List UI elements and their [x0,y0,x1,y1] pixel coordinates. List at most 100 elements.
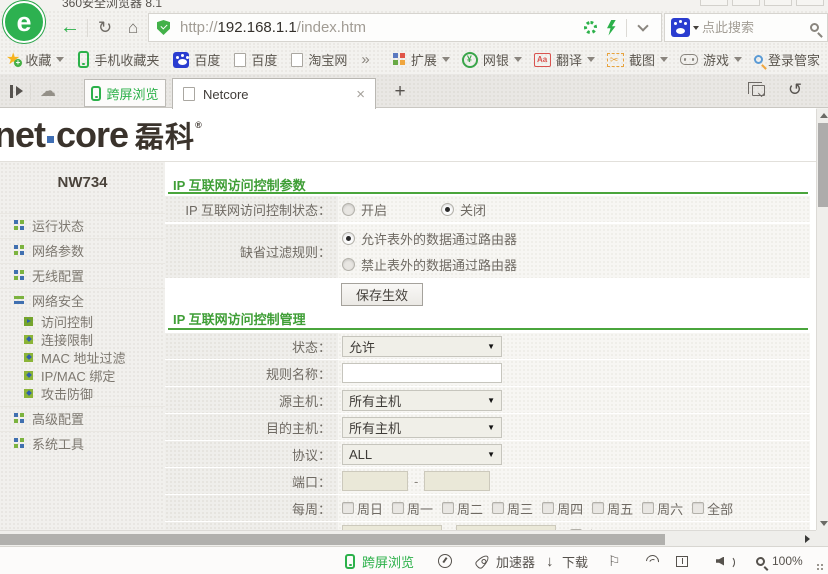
phone-icon[interactable] [345,547,355,574]
sidebar-item-network-security[interactable]: 网络安全 [0,288,165,311]
speed-mode-icon[interactable] [606,20,616,36]
checkbox-monday[interactable]: 周一 [392,499,433,518]
window-mode-icon[interactable] [676,547,688,574]
flag-icon[interactable]: ⚐ [608,547,621,574]
checkbox-saturday[interactable]: 周六 [642,499,683,518]
browser-360-logo[interactable]: e [3,1,45,43]
sidebar-item-attack-defense[interactable]: 攻击防御 [0,384,165,402]
checkbox-friday[interactable]: 周五 [592,499,633,518]
toolbar-login-manager[interactable]: 登录管家 [754,50,820,69]
bookmark-favorites[interactable]: ★ 收藏 [6,50,64,69]
vertical-scroll-thumb[interactable] [818,123,828,207]
chevron-down-icon[interactable] [514,57,522,62]
port-to-input[interactable] [424,471,490,491]
sidebar-item-running-status[interactable]: 运行状态 [0,213,165,236]
bookmark-taobao[interactable]: 淘宝网 [291,50,347,69]
site-shield-icon[interactable] [157,20,170,35]
checkbox-sunday[interactable]: 周日 [342,499,383,518]
chevron-down-icon[interactable] [587,57,595,62]
rocket-icon[interactable] [478,547,487,574]
status-select[interactable]: 允许 [342,336,502,357]
vertical-scrollbar[interactable] [816,109,828,530]
toolbar-banking[interactable]: 网银 [462,50,522,69]
window-minimize-button[interactable] [700,0,728,6]
checkbox-icon[interactable] [542,502,554,514]
resize-grip[interactable] [816,563,824,571]
radio-checked-icon[interactable] [342,232,355,245]
checkbox-thursday[interactable]: 周四 [542,499,583,518]
restore-tab-icon[interactable]: ↺ [788,80,802,100]
scroll-up-icon[interactable] [820,113,828,118]
chevron-down-icon[interactable] [442,57,450,62]
sidebar-item-ip-mac-binding[interactable]: IP/MAC 绑定 [0,366,165,384]
window-close-button[interactable] [764,0,792,6]
close-icon[interactable]: × [356,87,365,102]
statusbar-accelerator[interactable]: 加速器 [496,547,535,574]
new-tab-button[interactable]: + [388,80,412,104]
sidebar-item-mac-filter[interactable]: MAC 地址过滤 [0,348,165,366]
scroll-down-icon[interactable] [820,521,828,526]
baidu-paw-icon[interactable] [671,18,690,37]
checkbox-icon[interactable] [642,502,654,514]
speaker-icon[interactable] [716,547,732,574]
chevron-down-icon[interactable] [660,57,668,62]
sidebar-item-network-params[interactable]: 网络参数 [0,238,165,261]
zoom-level[interactable]: 100% [772,547,803,574]
bookmark-baidu-app[interactable]: 百度 [173,50,220,69]
sidebar-item-wireless-config[interactable]: 无线配置 [0,263,165,286]
checkbox-icon[interactable] [392,502,404,514]
network-swirl-icon[interactable] [646,547,660,574]
tab-list-icon[interactable] [752,85,765,96]
checkbox-icon[interactable] [492,502,504,514]
url-text[interactable]: http://192.168.1.1/index.htm [180,19,584,36]
sidebar-item-advanced-config[interactable]: 高级配置 [0,406,165,429]
sidebar-item-system-tools[interactable]: 系统工具 [0,431,165,454]
bookmarks-overflow-button[interactable]: » [361,51,369,68]
chevron-down-icon[interactable] [637,20,648,31]
search-icon[interactable] [810,23,819,32]
toolbar-screenshot[interactable]: 截图 [607,50,668,69]
radio-option-deny[interactable]: 禁止表外的数据通过路由器 [342,255,517,274]
bookmark-baidu[interactable]: 百度 [234,50,277,69]
toolbar-games[interactable]: 游戏 [680,50,742,69]
source-host-select[interactable]: 所有主机 [342,390,502,411]
radio-option-off[interactable]: 关闭 [441,200,486,219]
home-icon[interactable]: ⌂ [120,10,146,45]
window-maximize-button[interactable] [732,0,760,6]
download-arrow-icon[interactable]: ↓ [546,547,554,574]
scroll-right-icon[interactable] [805,535,810,543]
checkbox-all[interactable]: 全部 [692,499,733,518]
protocol-select[interactable]: ALL [342,444,502,465]
horizontal-scroll-thumb[interactable] [0,534,665,545]
checkbox-wednesday[interactable]: 周三 [492,499,533,518]
search-engine-caret-icon[interactable] [693,26,699,30]
port-from-input[interactable] [342,471,408,491]
toolbar-extensions[interactable]: 扩展 [393,50,450,69]
checkbox-icon[interactable] [442,502,454,514]
address-bar[interactable]: http://192.168.1.1/index.htm [148,13,662,42]
checkbox-icon[interactable] [692,502,704,514]
radio-option-on[interactable]: 开启 [342,200,387,219]
speed-dial-icon[interactable] [438,547,452,574]
sidebar-item-access-control[interactable]: 访问控制 [0,312,165,330]
zoom-search-icon[interactable] [756,547,765,574]
checkbox-icon[interactable] [342,502,354,514]
chevron-down-icon[interactable] [734,57,742,62]
radio-icon[interactable] [342,258,355,271]
checkbox-icon[interactable] [592,502,604,514]
tab-netcore[interactable]: Netcore × [172,78,376,109]
checkbox-tuesday[interactable]: 周二 [442,499,483,518]
window-menu-button[interactable] [796,0,824,6]
radio-option-allow[interactable]: 允许表外的数据通过路由器 [342,229,517,248]
chevron-down-icon[interactable] [56,57,64,62]
search-input[interactable] [702,20,807,35]
tab-cross-screen[interactable]: 跨屏浏览 [84,79,166,107]
statusbar-download[interactable]: 下载 [562,547,588,574]
bookmark-mobile-favorites[interactable]: 手机收藏夹 [78,50,159,69]
toolbar-translate[interactable]: 翻译 [534,50,595,69]
rule-name-input[interactable] [342,363,502,383]
radio-icon[interactable] [342,203,355,216]
save-button[interactable]: 保存生效 [341,283,423,306]
cloud-sync-icon[interactable]: ☁ [40,81,56,101]
sidebar-item-connection-limit[interactable]: 连接限制 [0,330,165,348]
